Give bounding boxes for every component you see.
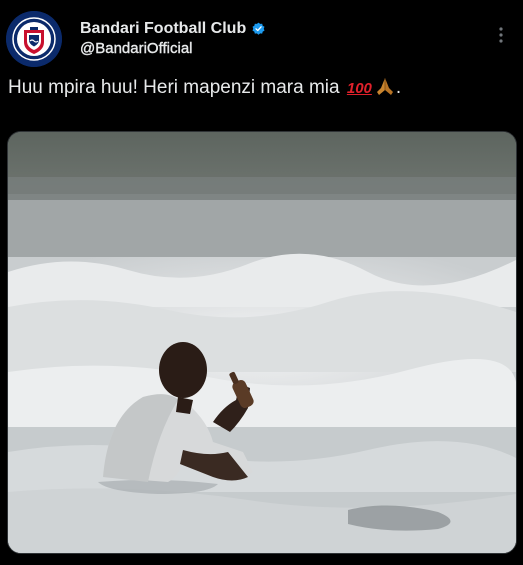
hundred-points-icon: 100 — [346, 80, 372, 97]
folded-hands-icon — [376, 78, 393, 95]
name-row: Bandari Football Club — [80, 19, 266, 38]
tweet-text-end: . — [395, 77, 402, 98]
tweet-author[interactable]: Bandari Football Club @BandariOfficial — [80, 19, 266, 58]
club-crest-icon — [6, 11, 62, 67]
tweet-text-body: Huu mpira huu! Heri mapenzi mara mia — [8, 77, 340, 98]
account-handle[interactable]: @BandariOfficial — [80, 40, 266, 58]
verified-badge-icon — [252, 22, 265, 35]
tweet-text: Huu mpira huu! Heri mapenzi mara mia 100… — [8, 76, 401, 99]
avatar[interactable] — [6, 11, 62, 67]
tweet-media-photo[interactable] — [7, 131, 517, 554]
tweet[interactable]: Bandari Football Club @BandariOfficial H… — [0, 0, 523, 565]
more-vertical-icon[interactable] — [495, 25, 507, 45]
display-name[interactable]: Bandari Football Club — [80, 19, 246, 38]
photo-icon — [8, 132, 516, 553]
